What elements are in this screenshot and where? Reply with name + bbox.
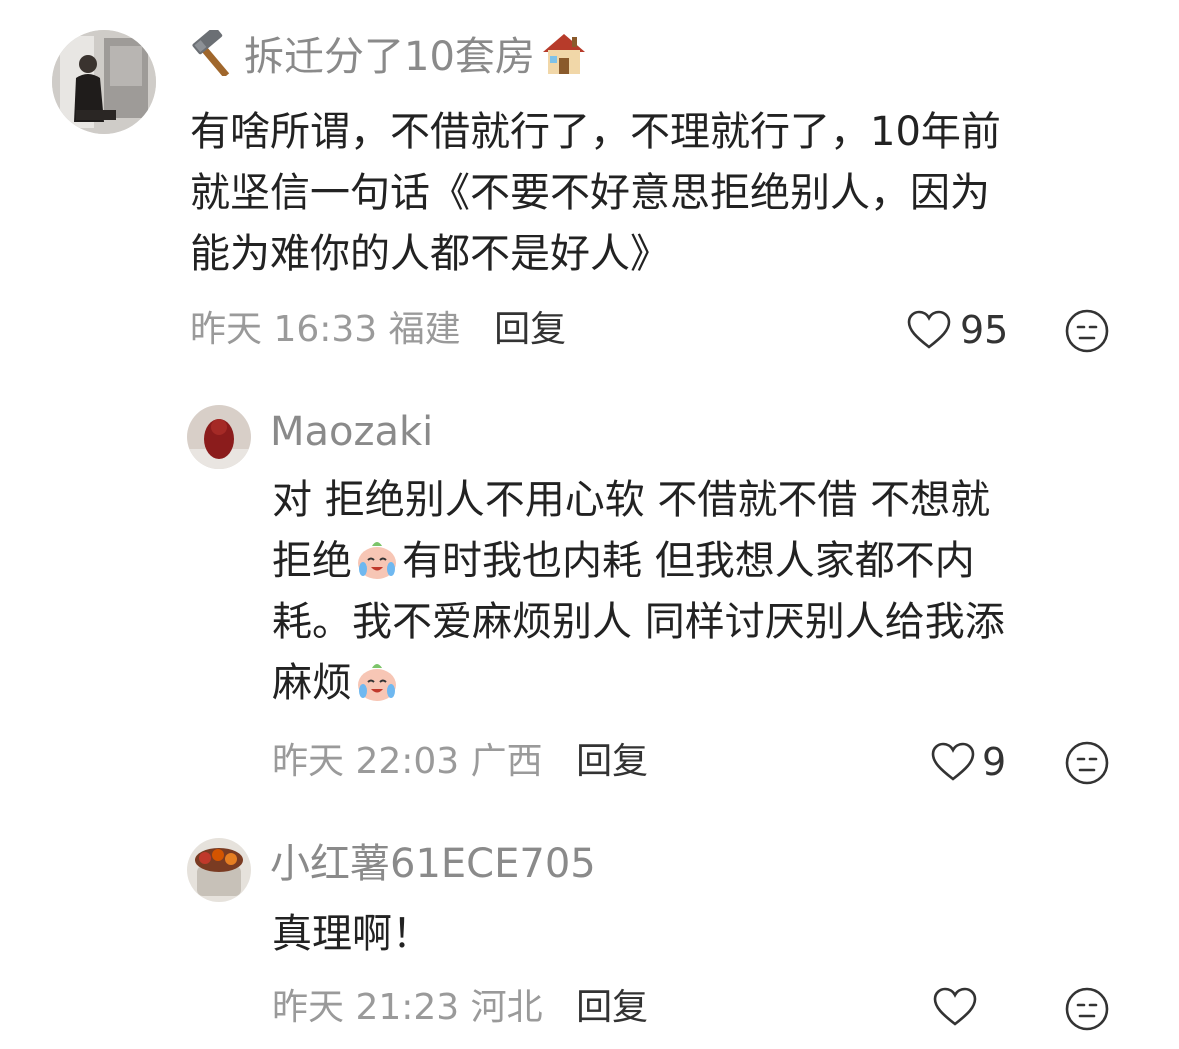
like-count: 95 bbox=[960, 308, 1009, 352]
dislike-icon[interactable] bbox=[1064, 740, 1110, 790]
reply-button[interactable]: 回复 bbox=[576, 741, 648, 782]
like-count: 9 bbox=[982, 740, 1007, 784]
comment-line: 就坚信一句话《不要不好意思拒绝别人，因为 bbox=[190, 170, 990, 216]
comment-line: 有啥所谓，不借就行了，不理就行了，10年前 bbox=[190, 109, 1001, 155]
location: 河北 bbox=[470, 987, 543, 1028]
comment-line: 对 拒绝别人不用心软 不借就不借 不想就 bbox=[272, 477, 991, 523]
avatar-photo bbox=[187, 405, 251, 469]
comment-text: 真理啊！ bbox=[272, 904, 432, 965]
location: 广西 bbox=[470, 741, 543, 782]
username[interactable]: Maozaki bbox=[270, 408, 433, 456]
comment-text: 对 拒绝别人不用心软 不借就不借 不想就 拒绝 有时我也内耗 但我想人家都不内 … bbox=[272, 470, 1005, 714]
avatar[interactable] bbox=[52, 30, 156, 134]
comment-line: 真理啊！ bbox=[272, 911, 432, 957]
comment-meta: 昨天 16:33 福建 回复 bbox=[190, 308, 566, 352]
timestamp: 昨天 16:33 bbox=[190, 309, 378, 350]
like-button[interactable]: 9 bbox=[930, 740, 1006, 784]
heart-icon bbox=[931, 742, 975, 781]
username[interactable]: 拆迁分了10套房 bbox=[188, 26, 589, 87]
username-text: 拆迁分了10套房 bbox=[244, 34, 535, 80]
comment-line: 麻烦 bbox=[272, 653, 1005, 714]
timestamp: 昨天 21:23 bbox=[272, 987, 460, 1028]
heart-icon bbox=[907, 310, 951, 349]
comment-text: 有啥所谓，不借就行了，不理就行了，10年前 就坚信一句话《不要不好意思拒绝别人，… bbox=[190, 102, 1001, 285]
reply-button[interactable]: 回复 bbox=[576, 987, 648, 1028]
comment-meta: 昨天 22:03 广西 回复 bbox=[272, 740, 648, 784]
dislike-icon[interactable] bbox=[1064, 308, 1110, 358]
comment-line: 耗。我不爱麻烦别人 同样讨厌别人给我添 bbox=[272, 599, 1005, 645]
location: 福建 bbox=[388, 309, 461, 350]
comment-line: 能为难你的人都不是好人》 bbox=[190, 231, 670, 277]
username[interactable]: 小红薯61ECE705 bbox=[270, 840, 596, 888]
reply-button[interactable]: 回复 bbox=[494, 309, 566, 350]
avatar-photo bbox=[187, 838, 251, 902]
comment-meta: 昨天 21:23 河北 回复 bbox=[272, 986, 648, 1030]
house-icon bbox=[539, 30, 589, 87]
hammer-icon bbox=[188, 26, 240, 87]
timestamp: 昨天 22:03 bbox=[272, 741, 460, 782]
dislike-icon[interactable] bbox=[1064, 986, 1110, 1036]
avatar[interactable] bbox=[187, 405, 251, 469]
like-button[interactable] bbox=[932, 986, 978, 1028]
like-button[interactable]: 95 bbox=[906, 308, 1008, 352]
avatar-photo bbox=[52, 30, 156, 134]
crying-laughing-emoji-icon bbox=[354, 658, 400, 704]
comment-line: 拒绝 有时我也内耗 但我想人家都不内 bbox=[272, 536, 975, 584]
heart-icon bbox=[933, 987, 977, 1026]
avatar[interactable] bbox=[187, 838, 251, 902]
crying-laughing-emoji-icon bbox=[354, 536, 400, 582]
